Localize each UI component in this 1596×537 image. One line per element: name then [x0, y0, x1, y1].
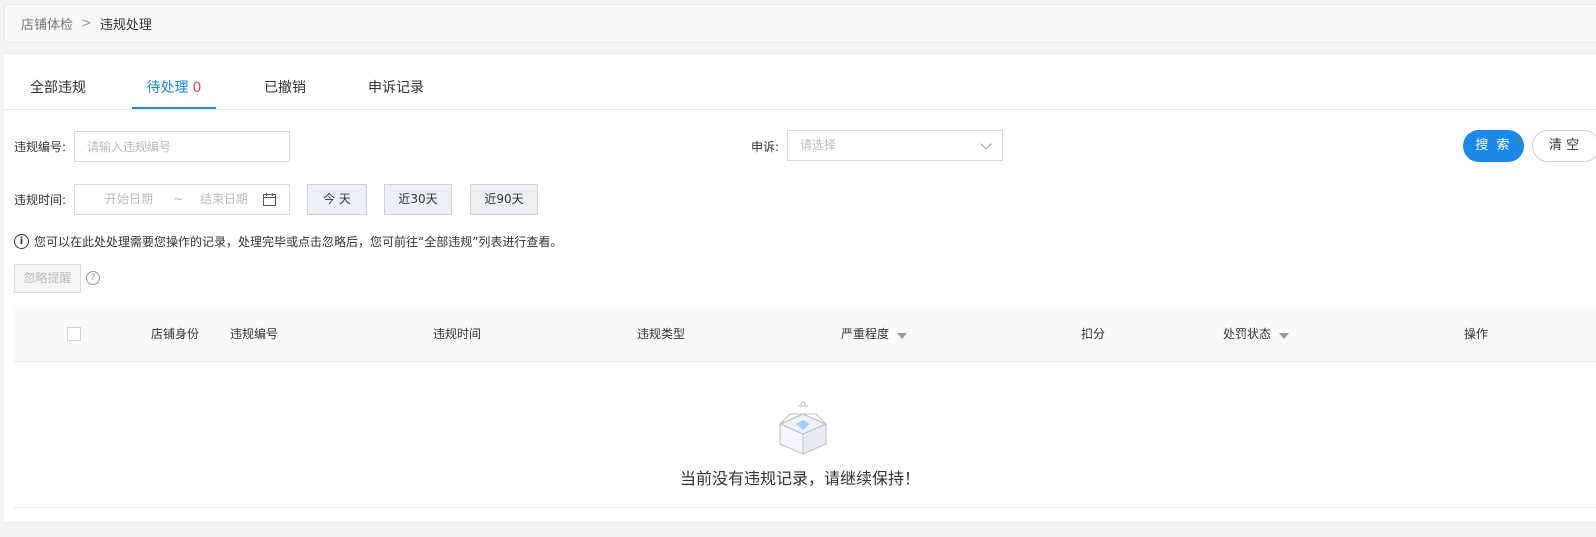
tab-label: 待处理 — [146, 80, 189, 96]
search-button[interactable]: 搜 索 — [1463, 130, 1524, 162]
today-button[interactable]: 今 天 — [307, 184, 367, 215]
info-icon: i — [14, 234, 29, 249]
notice-text: 您可以在此处处理需要您操作的记录，处理完毕或点击忽略后，您可前往“全部违规”列表… — [34, 235, 563, 249]
col-actions: 操作 — [1464, 327, 1489, 341]
filter-icon[interactable] — [897, 332, 908, 339]
empty-message: 当前没有违规记录，请继续保持！ — [679, 469, 920, 488]
violation-no-input[interactable] — [75, 132, 289, 161]
filter-icon[interactable] — [1279, 332, 1290, 339]
breadcrumb-current: 违规处理 — [99, 18, 152, 33]
tab-all-violations[interactable]: 全部违规 — [30, 55, 86, 109]
help-icon[interactable]: ? — [86, 271, 100, 285]
col-deduction: 扣分 — [1081, 327, 1106, 341]
col-store-identity: 店铺身份 — [151, 327, 200, 341]
tab-revoked[interactable]: 已撤销 — [264, 55, 306, 109]
date-range-picker[interactable]: 开始日期 ~ 结束日期 — [74, 184, 290, 215]
tab-appeal-records[interactable]: 申诉记录 — [368, 55, 424, 109]
appeal-select[interactable]: 请选择 — [787, 130, 1003, 161]
breadcrumb: 店铺体检 > 违规处理 — [4, 4, 1596, 43]
calendar-icon — [263, 193, 276, 206]
empty-box-icon — [778, 401, 828, 455]
clear-button[interactable]: 清 空 — [1532, 130, 1596, 162]
col-violation-type: 违规类型 — [637, 327, 686, 341]
col-penalty-status-label: 处罚状态 — [1223, 327, 1272, 341]
select-all-checkbox[interactable] — [67, 327, 81, 341]
end-date-placeholder[interactable]: 结束日期 — [200, 185, 248, 214]
last-90-days-button[interactable]: 近90天 — [470, 184, 538, 215]
col-violation-time: 违规时间 — [433, 327, 482, 341]
breadcrumb-parent[interactable]: 店铺体检 — [21, 14, 73, 33]
pending-count: 0 — [192, 80, 202, 96]
main-panel: 全部违规 待处理0 已撤销 申诉记录 违规编号: 申诉: 请选择 搜 索 清 空… — [4, 55, 1596, 521]
notice-row: i 您可以在此处处理需要您操作的记录，处理完毕或点击忽略后，您可前往“全部违规”… — [14, 233, 562, 250]
breadcrumb-separator: > — [81, 16, 92, 31]
table-header: 店铺身份 违规编号 违规时间 违规类型 严重程度 扣分 处罚状态 操作 — [14, 308, 1596, 362]
tab-label: 已撤销 — [264, 80, 306, 96]
start-date-placeholder[interactable]: 开始日期 — [105, 185, 153, 214]
violation-no-field[interactable] — [74, 131, 290, 162]
appeal-label: 申诉: — [751, 140, 780, 154]
col-penalty-status[interactable]: 处罚状态 — [1223, 308, 1290, 361]
appeal-select-placeholder: 请选择 — [800, 138, 837, 152]
col-violation-no: 违规编号 — [230, 327, 279, 341]
tab-bar: 全部违规 待处理 0 已撤销 申诉记录 — [4, 55, 1596, 110]
table-bottom-divider — [14, 507, 1596, 508]
violation-time-label: 违规时间: — [14, 193, 67, 207]
col-severity[interactable]: 严重程度 — [841, 308, 908, 361]
ignore-reminder-button[interactable]: 忽略提醒 — [14, 264, 81, 293]
tab-label: 全部违规 — [30, 80, 86, 96]
last-30-days-button[interactable]: 近30天 — [384, 184, 452, 215]
violation-no-label: 违规编号: — [14, 140, 67, 154]
tab-label: 申诉记录 — [368, 80, 424, 96]
date-range-separator: ~ — [173, 192, 184, 206]
chevron-down-icon — [980, 138, 992, 150]
col-severity-label: 严重程度 — [841, 327, 890, 341]
tab-pending[interactable]: 待处理 0 — [132, 55, 216, 109]
